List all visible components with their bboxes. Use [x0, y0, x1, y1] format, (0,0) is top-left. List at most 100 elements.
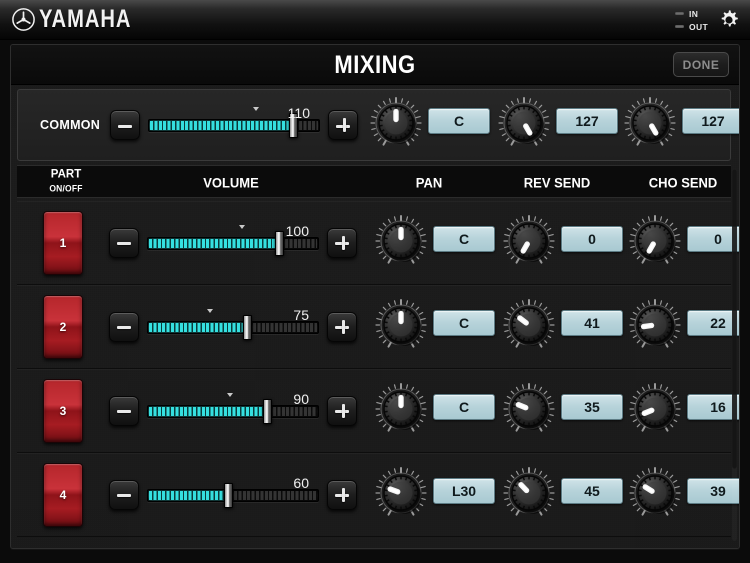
part-rev-knob-2[interactable]	[503, 298, 555, 351]
part-rev-knob-3[interactable]	[503, 382, 555, 435]
part-cho-knob-4[interactable]	[629, 466, 681, 519]
part-volume-minus-button-4[interactable]	[109, 479, 139, 510]
done-button[interactable]: DONE	[673, 52, 729, 77]
common-pan-value[interactable]: C	[428, 108, 490, 134]
slider-handle[interactable]	[289, 113, 299, 138]
part-pan-value-2[interactable]: C	[433, 309, 495, 336]
part-row: 1 100 C 0 0	[17, 201, 739, 285]
slider-handle[interactable]	[243, 314, 253, 340]
yamaha-logo: YAMAHA	[0, 5, 135, 33]
part-cho-knob-3[interactable]	[629, 382, 681, 435]
common-rev-value[interactable]: 127	[556, 108, 618, 134]
plus-icon-v	[341, 487, 345, 502]
part-pan-value-1[interactable]: C	[433, 225, 495, 252]
header-part-main: PART	[50, 167, 82, 181]
part-volume-slider-2[interactable]	[147, 308, 319, 340]
slider-track	[147, 320, 319, 334]
slider-handle[interactable]	[275, 230, 285, 256]
part-onoff-button-2[interactable]: 2	[43, 294, 83, 359]
common-cho-value[interactable]: 127	[682, 108, 739, 134]
part-volume-minus-button-2[interactable]	[109, 311, 139, 342]
part-cho-cell-1: 0	[629, 214, 739, 271]
common-cho-knob[interactable]	[624, 97, 676, 149]
part-rev-value-2[interactable]: 41	[561, 309, 623, 336]
midi-out-label: OUT	[689, 21, 709, 32]
part-pan-knob-3[interactable]	[375, 382, 427, 435]
common-cho-cell: 127	[624, 97, 739, 153]
slider-unlit-segments	[253, 322, 317, 332]
slider-track	[147, 488, 319, 502]
part-volume-slider-3[interactable]	[147, 392, 319, 424]
slider-handle[interactable]	[224, 482, 233, 508]
part-pan-knob-2[interactable]	[375, 298, 427, 351]
part-rev-cell-1: 0	[503, 214, 629, 271]
part-cho-cell-3: 16	[629, 382, 739, 439]
slider-track	[147, 404, 319, 418]
part-volume-slider-4[interactable]	[147, 482, 319, 508]
midi-out-led-icon	[675, 25, 684, 28]
slider-lit-segments	[150, 121, 293, 130]
slider-unlit-segments	[234, 490, 317, 500]
part-volume-minus-button-1[interactable]	[109, 227, 139, 258]
part-volume-plus-button-1[interactable]	[327, 227, 357, 258]
header-part-sub: ON/OFF	[49, 183, 83, 194]
part-cho-knob-1[interactable]	[629, 214, 681, 267]
common-volume-slider[interactable]	[148, 107, 320, 138]
part-cho-cell-4: 39	[629, 466, 739, 523]
topbar-right-controls: IN OUT	[675, 0, 742, 40]
part-onoff-button-1[interactable]: 1	[43, 210, 83, 275]
part-cho-knob-2[interactable]	[629, 298, 681, 351]
midi-out-indicator: OUT	[675, 22, 709, 32]
part-number-label: 2	[59, 319, 67, 334]
plus-icon-v	[342, 118, 346, 132]
part-volume-plus-button-2[interactable]	[327, 311, 357, 342]
scrollbar-thumb[interactable]	[732, 169, 737, 469]
minus-icon	[117, 410, 131, 413]
slider-unlit-segments	[299, 121, 318, 130]
column-headers: PART ON/OFF VOLUME PAN REV SEND CHO SEND	[17, 165, 731, 198]
common-volume-plus-button[interactable]	[328, 110, 358, 140]
common-row: COMMON 110 C 127 127	[17, 89, 739, 161]
part-pan-knob-1[interactable]	[375, 214, 427, 267]
header-volume: VOLUME	[203, 174, 259, 191]
slider-lit-segments	[149, 490, 227, 500]
part-pan-knob-4[interactable]	[375, 466, 427, 519]
slider-unlit-segments	[285, 238, 317, 248]
slider-lit-segments	[149, 238, 279, 248]
common-volume-minus-button[interactable]	[110, 110, 140, 140]
part-rev-knob-1[interactable]	[503, 214, 555, 267]
panel-titlebar: MIXING DONE	[11, 45, 739, 85]
vertical-scrollbar[interactable]	[732, 169, 737, 541]
minus-icon	[117, 494, 131, 497]
common-rev-knob[interactable]	[498, 97, 550, 149]
part-pan-cell-1: C	[375, 214, 501, 271]
part-volume-slider-1[interactable]	[147, 224, 319, 256]
slider-lit-segments	[149, 322, 247, 332]
part-onoff-button-4[interactable]: 4	[43, 462, 83, 527]
common-pan-knob[interactable]	[370, 97, 422, 149]
part-pan-value-4[interactable]: L30	[433, 477, 495, 504]
page-title: MIXING	[334, 49, 416, 78]
part-volume-plus-button-3[interactable]	[327, 395, 357, 426]
part-pan-value-3[interactable]: C	[433, 393, 495, 420]
part-rev-cell-2: 41	[503, 298, 629, 355]
part-volume-plus-button-4[interactable]	[327, 479, 357, 510]
slider-handle[interactable]	[262, 398, 272, 424]
part-rev-value-3[interactable]: 35	[561, 393, 623, 420]
plus-icon-v	[341, 235, 345, 250]
gear-icon[interactable]	[716, 7, 742, 33]
common-pan-cell: C	[370, 97, 496, 153]
part-row: 2 75 C 41 22	[17, 285, 739, 369]
part-rev-value-1[interactable]: 0	[561, 225, 623, 252]
slider-unlit-segments	[272, 406, 317, 416]
part-rev-value-4[interactable]: 45	[561, 477, 623, 504]
yamaha-tuning-fork-icon	[12, 8, 35, 31]
plus-icon-v	[341, 319, 345, 334]
part-rev-cell-3: 35	[503, 382, 629, 439]
part-rev-knob-4[interactable]	[503, 466, 555, 519]
slider-position-marker-icon	[239, 224, 246, 229]
common-rev-cell: 127	[498, 97, 624, 153]
brand-name: YAMAHA	[39, 5, 132, 33]
part-onoff-button-3[interactable]: 3	[43, 378, 83, 443]
part-volume-minus-button-3[interactable]	[109, 395, 139, 426]
